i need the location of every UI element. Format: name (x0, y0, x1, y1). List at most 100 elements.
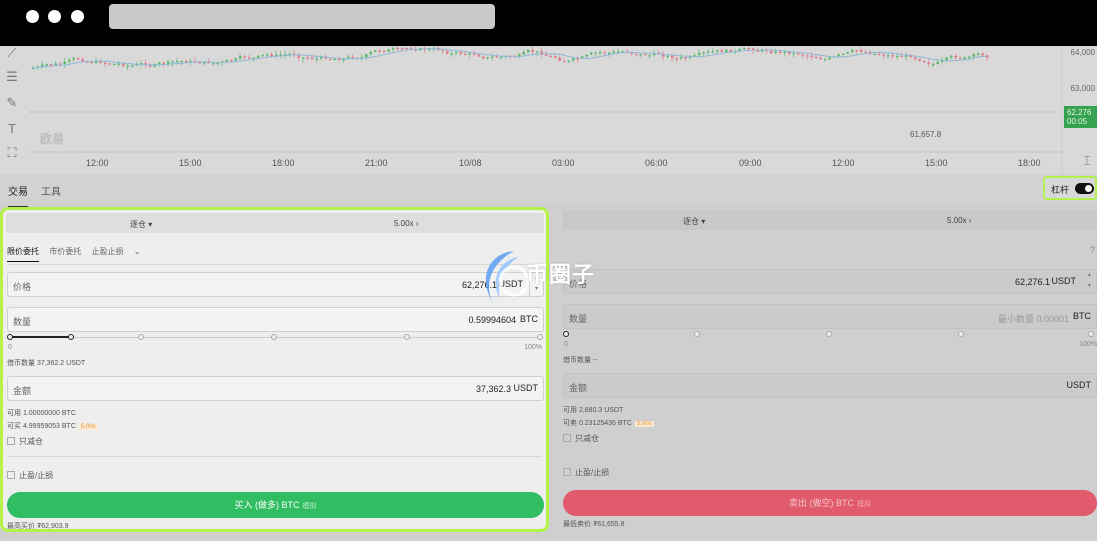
reduce-only-checkbox[interactable]: 只减仓 (7, 436, 43, 447)
buy-panel: 逐仓 ▾ 5.00x › 限价委托 市价委托 止盈止损 ⌄ 价格 62,276.… (0, 207, 549, 532)
slider-node[interactable] (138, 334, 144, 340)
candle-body (639, 54, 642, 56)
candle-body (248, 57, 251, 59)
x-tick: 12:00 (832, 158, 855, 168)
candle-body (162, 62, 165, 64)
leverage-select[interactable]: 5.00x › (947, 216, 971, 225)
candle-body (698, 53, 701, 56)
ruler-tool-icon[interactable]: ✎ (5, 96, 19, 110)
x-tick: 15:00 (179, 158, 202, 168)
candle-body (590, 52, 593, 55)
quantity-slider[interactable] (7, 332, 543, 346)
candle-body (495, 56, 498, 58)
sell-short-button[interactable]: 卖出 (做空) BTC 模拟 (563, 490, 1097, 516)
candle-body (684, 57, 687, 59)
candle-body (882, 54, 885, 56)
quantity-input[interactable]: 数量 0.59994604 BTC (7, 307, 544, 332)
reduce-only-checkbox[interactable]: 只减仓 (563, 433, 599, 444)
address-bar[interactable] (109, 4, 495, 29)
candle-body (783, 51, 786, 54)
x-tick: 03:00 (552, 158, 575, 168)
cursor-tool-icon[interactable]: ⌶ (1080, 154, 1094, 168)
margin-leverage-bar: 逐仓 ▾ 5.00x › (563, 210, 1097, 230)
slider-node[interactable] (537, 334, 543, 340)
slider-node[interactable] (694, 331, 700, 337)
window-dot-icon[interactable] (26, 10, 39, 23)
quantity-input[interactable]: 数量 最小数量 0.00001 BTC (563, 304, 1097, 329)
candle-body (257, 55, 260, 58)
help-icon[interactable]: ? (1090, 245, 1095, 255)
candle-body (680, 57, 683, 59)
candle-body (779, 51, 782, 54)
candle-body (369, 52, 372, 55)
price-chart[interactable]: ⟋ ☰ ✎ T ⛶ 欧易 61,657.8 12:00 15:00 18:00 … (0, 46, 1097, 174)
candle-body (149, 65, 152, 67)
slider-node[interactable] (1088, 331, 1094, 337)
select-tool-icon[interactable]: ⛶ (5, 146, 19, 160)
lines-tool-icon[interactable]: ☰ (5, 70, 19, 84)
slider-node[interactable] (404, 334, 410, 340)
candle-body (383, 50, 386, 52)
candle-body (216, 63, 219, 65)
candle-body (815, 56, 818, 59)
leverage-select[interactable]: 5.00x › (394, 219, 418, 228)
candle-body (450, 53, 453, 55)
tab-trade[interactable]: 交易 (8, 183, 28, 208)
borrow-amount: 借币数量 -- (563, 357, 598, 364)
candle-body (594, 52, 597, 54)
slider-node[interactable] (68, 334, 74, 340)
amount-input[interactable]: 金额 USDT (563, 373, 1097, 398)
leverage-toggle-box[interactable]: 杠杆 (1043, 176, 1097, 200)
quantity-slider[interactable] (563, 329, 1094, 343)
slider-node[interactable] (958, 331, 964, 337)
buy-long-button[interactable]: 买入 (做多) BTC 模拟 (7, 492, 544, 518)
candle-body (167, 61, 170, 64)
price-input[interactable]: 价格 62,276.1 USDT ▴ ▾ (563, 269, 1097, 294)
slider-node[interactable] (7, 334, 13, 340)
window-dot-icon[interactable] (71, 10, 84, 23)
price-input[interactable]: 价格 62,276.1 USDT ▴ ▾ (7, 272, 544, 297)
tpsl-checkbox[interactable]: 止盈/止损 (7, 470, 53, 481)
candle-body (756, 50, 759, 52)
candle-body (828, 57, 831, 60)
slider-node[interactable] (826, 331, 832, 337)
sell-panel: 逐仓 ▾ 5.00x › ? 价格 62,276.1 USDT ▴ ▾ 数量 最小… (556, 207, 1097, 532)
tab-tpsl-order[interactable]: 止盈止损 ⌄ (91, 247, 140, 256)
candle-body (675, 58, 678, 60)
candle-body (977, 53, 980, 55)
watermark-text: 币圈子 (526, 262, 596, 287)
max-buy: 可买 4.99959053 BTC 5.00x (7, 423, 98, 430)
x-tick: 09:00 (739, 158, 762, 168)
window-dot-icon[interactable] (48, 10, 61, 23)
candle-body (486, 57, 489, 59)
candle-body (743, 48, 746, 50)
amount-input[interactable]: 金额 37,362.3 USDT (7, 376, 544, 401)
slider-node[interactable] (563, 331, 569, 337)
candle-body (644, 54, 647, 56)
margin-mode-select[interactable]: 逐仓 ▾ (683, 216, 705, 227)
candle-body (612, 51, 615, 53)
candle-body (567, 60, 570, 62)
candle-body (441, 49, 444, 52)
tpsl-checkbox[interactable]: 止盈/止损 (563, 467, 609, 478)
slider-node[interactable] (271, 334, 277, 340)
candle-body (113, 63, 116, 66)
price-stepper[interactable]: ▴ ▾ (1082, 270, 1096, 293)
candle-body (302, 57, 305, 59)
candle-body (900, 55, 903, 58)
tab-limit-order[interactable]: 限价委托 (7, 247, 39, 262)
x-tick: 12:00 (86, 158, 109, 168)
tab-market-order[interactable]: 市价委托 (49, 247, 81, 256)
leverage-toggle[interactable] (1075, 183, 1094, 194)
x-tick: 15:00 (925, 158, 948, 168)
text-tool-icon[interactable]: T (5, 122, 19, 136)
candlestick-chart (30, 46, 1063, 174)
candle-body (545, 54, 548, 56)
trendline-tool-icon[interactable]: ⟋ (5, 46, 19, 60)
site-watermark: 币圈子 (474, 243, 624, 313)
margin-mode-select[interactable]: 逐仓 ▾ (130, 219, 152, 230)
candle-body (72, 58, 75, 60)
candle-body (68, 59, 71, 62)
tab-tools[interactable]: 工具 (41, 183, 61, 198)
candle-body (527, 49, 530, 53)
